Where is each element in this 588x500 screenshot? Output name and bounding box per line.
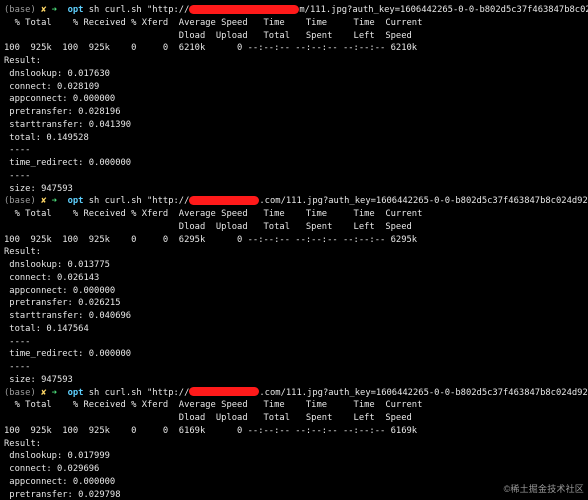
metric-line: connect: 0.028109 — [4, 81, 582, 94]
metric-line: starttransfer: 0.040696 — [4, 310, 582, 323]
terminal-output[interactable]: (base) ✘ ➜ opt sh curl.sh "http:// m/111.… — [0, 0, 588, 500]
metric-line: appconnect: 0.000000 — [4, 93, 582, 106]
redaction-mark — [189, 387, 259, 396]
command-text: sh curl.sh "http:// — [89, 388, 190, 398]
curl-progress: 100 925k 100 925k 0 0 6169k 0 --:--:-- -… — [4, 425, 582, 438]
metric-line: time_redirect: 0.000000 — [4, 348, 582, 361]
metric-line: dnslookup: 0.017630 — [4, 68, 582, 81]
status-icon: ✘ — [41, 5, 46, 15]
env-label: (base) — [4, 388, 36, 398]
metric-line: ---- — [4, 361, 582, 374]
metric-line: dnslookup: 0.017999 — [4, 450, 582, 463]
prompt-line[interactable]: (base) ✘ ➜ opt sh curl.sh "http://.com/1… — [4, 195, 582, 208]
curl-header-2: Dload Upload Total Spent Left Speed — [4, 412, 582, 425]
command-url: .com/111.jpg?auth_key=1606442265-0-0-b80… — [259, 196, 588, 206]
metric-line: pretransfer: 0.029798 — [4, 489, 582, 500]
metric-line: pretransfer: 0.028196 — [4, 106, 582, 119]
redaction-mark — [189, 5, 299, 14]
metric-line: ---- — [4, 144, 582, 157]
metric-line: total: 0.147564 — [4, 323, 582, 336]
metric-line: pretransfer: 0.026215 — [4, 297, 582, 310]
metric-line: connect: 0.029696 — [4, 463, 582, 476]
metric-line: appconnect: 0.000000 — [4, 285, 582, 298]
command-url: m/111.jpg?auth_key=1606442265-0-0-b802d5… — [299, 5, 588, 15]
command-text: sh curl.sh "http:// — [89, 5, 190, 15]
curl-header-2: Dload Upload Total Spent Left Speed — [4, 30, 582, 43]
curl-header-1: % Total % Received % Xferd Average Speed… — [4, 399, 582, 412]
watermark-text: ©稀土掘金技术社区 — [504, 483, 584, 496]
curl-header-2: Dload Upload Total Spent Left Speed — [4, 221, 582, 234]
metric-line: connect: 0.026143 — [4, 272, 582, 285]
metric-line: ---- — [4, 170, 582, 183]
cwd-label: opt — [68, 5, 84, 15]
metric-line: dnslookup: 0.013775 — [4, 259, 582, 272]
result-label: Result: — [4, 55, 582, 68]
metric-line: size: 947593 — [4, 374, 582, 387]
arrow-icon: ➜ — [52, 5, 57, 15]
metric-line: appconnect: 0.000000 — [4, 476, 582, 489]
curl-header-1: % Total % Received % Xferd Average Speed… — [4, 208, 582, 221]
result-label: Result: — [4, 438, 582, 451]
metric-line: time_redirect: 0.000000 — [4, 157, 582, 170]
command-url: .com/111.jpg?auth_key=1606442265-0-0-b80… — [259, 388, 588, 398]
redaction-mark — [189, 196, 259, 205]
metric-line: starttransfer: 0.041390 — [4, 119, 582, 132]
env-label: (base) — [4, 196, 36, 206]
env-label: (base) — [4, 5, 36, 15]
cwd-label: opt — [68, 388, 84, 398]
prompt-line[interactable]: (base) ✘ ➜ opt sh curl.sh "http://m/111.… — [4, 4, 582, 17]
metric-line: total: 0.149528 — [4, 132, 582, 145]
arrow-icon: ➜ — [52, 388, 57, 398]
prompt-line[interactable]: (base) ✘ ➜ opt sh curl.sh "http://.com/1… — [4, 387, 582, 400]
cwd-label: opt — [68, 196, 84, 206]
curl-progress: 100 925k 100 925k 0 0 6295k 0 --:--:-- -… — [4, 234, 582, 247]
result-label: Result: — [4, 246, 582, 259]
curl-progress: 100 925k 100 925k 0 0 6210k 0 --:--:-- -… — [4, 42, 582, 55]
status-icon: ✘ — [41, 196, 46, 206]
arrow-icon: ➜ — [52, 196, 57, 206]
metric-line: size: 947593 — [4, 183, 582, 196]
metric-line: ---- — [4, 336, 582, 349]
curl-header-1: % Total % Received % Xferd Average Speed… — [4, 17, 582, 30]
command-text: sh curl.sh "http:// — [89, 196, 190, 206]
status-icon: ✘ — [41, 388, 46, 398]
